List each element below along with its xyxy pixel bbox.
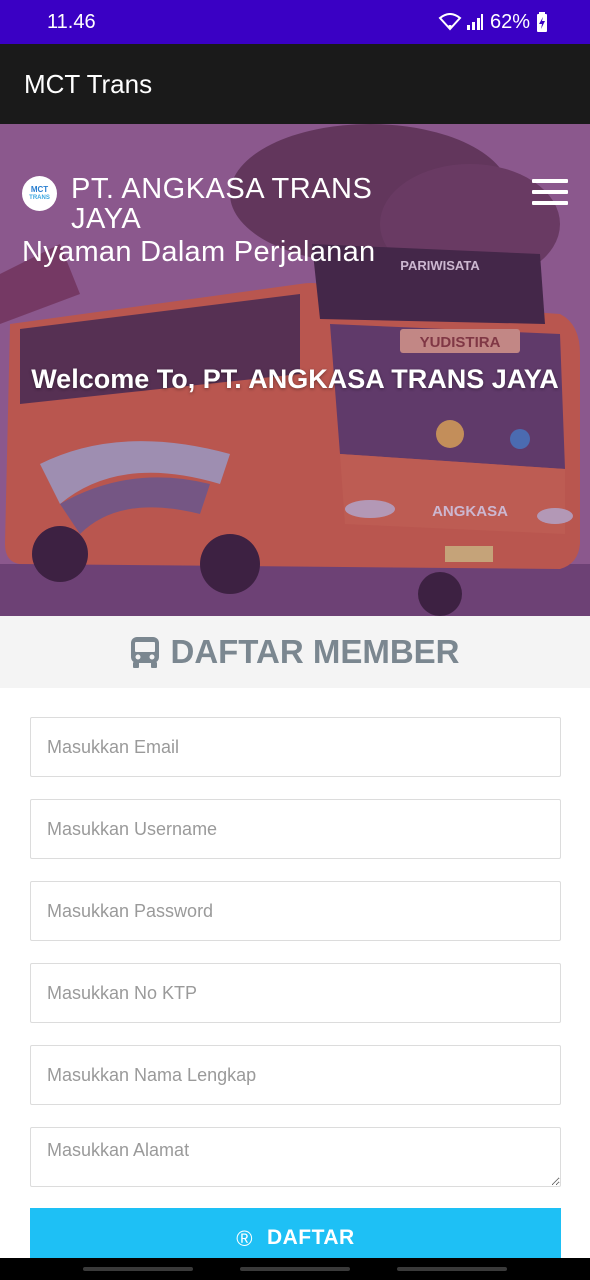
- status-right: 62%: [438, 11, 548, 34]
- nav-handle[interactable]: [396, 1267, 507, 1271]
- brand-logo: MCT TRANS: [22, 176, 57, 211]
- status-icons: [438, 13, 484, 31]
- email-field[interactable]: [30, 717, 561, 777]
- app-bar: MCT Trans: [0, 44, 590, 124]
- hero-banner: YUDISTIRA PARIWISATA ANGKASA MCT TRANS P…: [0, 124, 590, 616]
- daftar-button[interactable]: ® DAFTAR: [30, 1208, 561, 1260]
- password-field[interactable]: [30, 881, 561, 941]
- fullname-field[interactable]: [30, 1045, 561, 1105]
- registered-icon: ®: [236, 1226, 253, 1251]
- signal-icon: [466, 14, 483, 30]
- welcome-heading: Welcome To, PT. ANGKASA TRANS JAYA: [31, 364, 559, 394]
- ktp-field[interactable]: [30, 963, 561, 1023]
- brand-name: PT. ANGKASA TRANS JAYA: [71, 173, 373, 235]
- section-header: DAFTAR MEMBER: [0, 616, 590, 688]
- bus-icon: [131, 637, 160, 668]
- nav-handle[interactable]: [239, 1267, 350, 1271]
- address-field[interactable]: [30, 1127, 561, 1187]
- status-time: 11.46: [47, 10, 96, 33]
- system-nav-bar: [0, 1258, 590, 1280]
- username-field[interactable]: [30, 799, 561, 859]
- register-form: [0, 688, 590, 1258]
- hamburger-menu-icon[interactable]: [532, 179, 568, 205]
- app-title: MCT Trans: [24, 68, 153, 99]
- battery-percent: 62%: [489, 10, 530, 33]
- section-title: DAFTAR MEMBER: [170, 633, 460, 670]
- status-bar: 11.46 62%: [0, 0, 590, 44]
- brand-tagline: Nyaman Dalam Perjalanan: [22, 236, 376, 268]
- wifi-icon: [438, 13, 462, 31]
- nav-handle[interactable]: [83, 1267, 194, 1271]
- battery-charging-icon: [537, 12, 547, 32]
- daftar-button-label: DAFTAR: [266, 1226, 355, 1249]
- brand[interactable]: MCT TRANS PT. ANGKASA TRANS JAYA: [22, 174, 401, 234]
